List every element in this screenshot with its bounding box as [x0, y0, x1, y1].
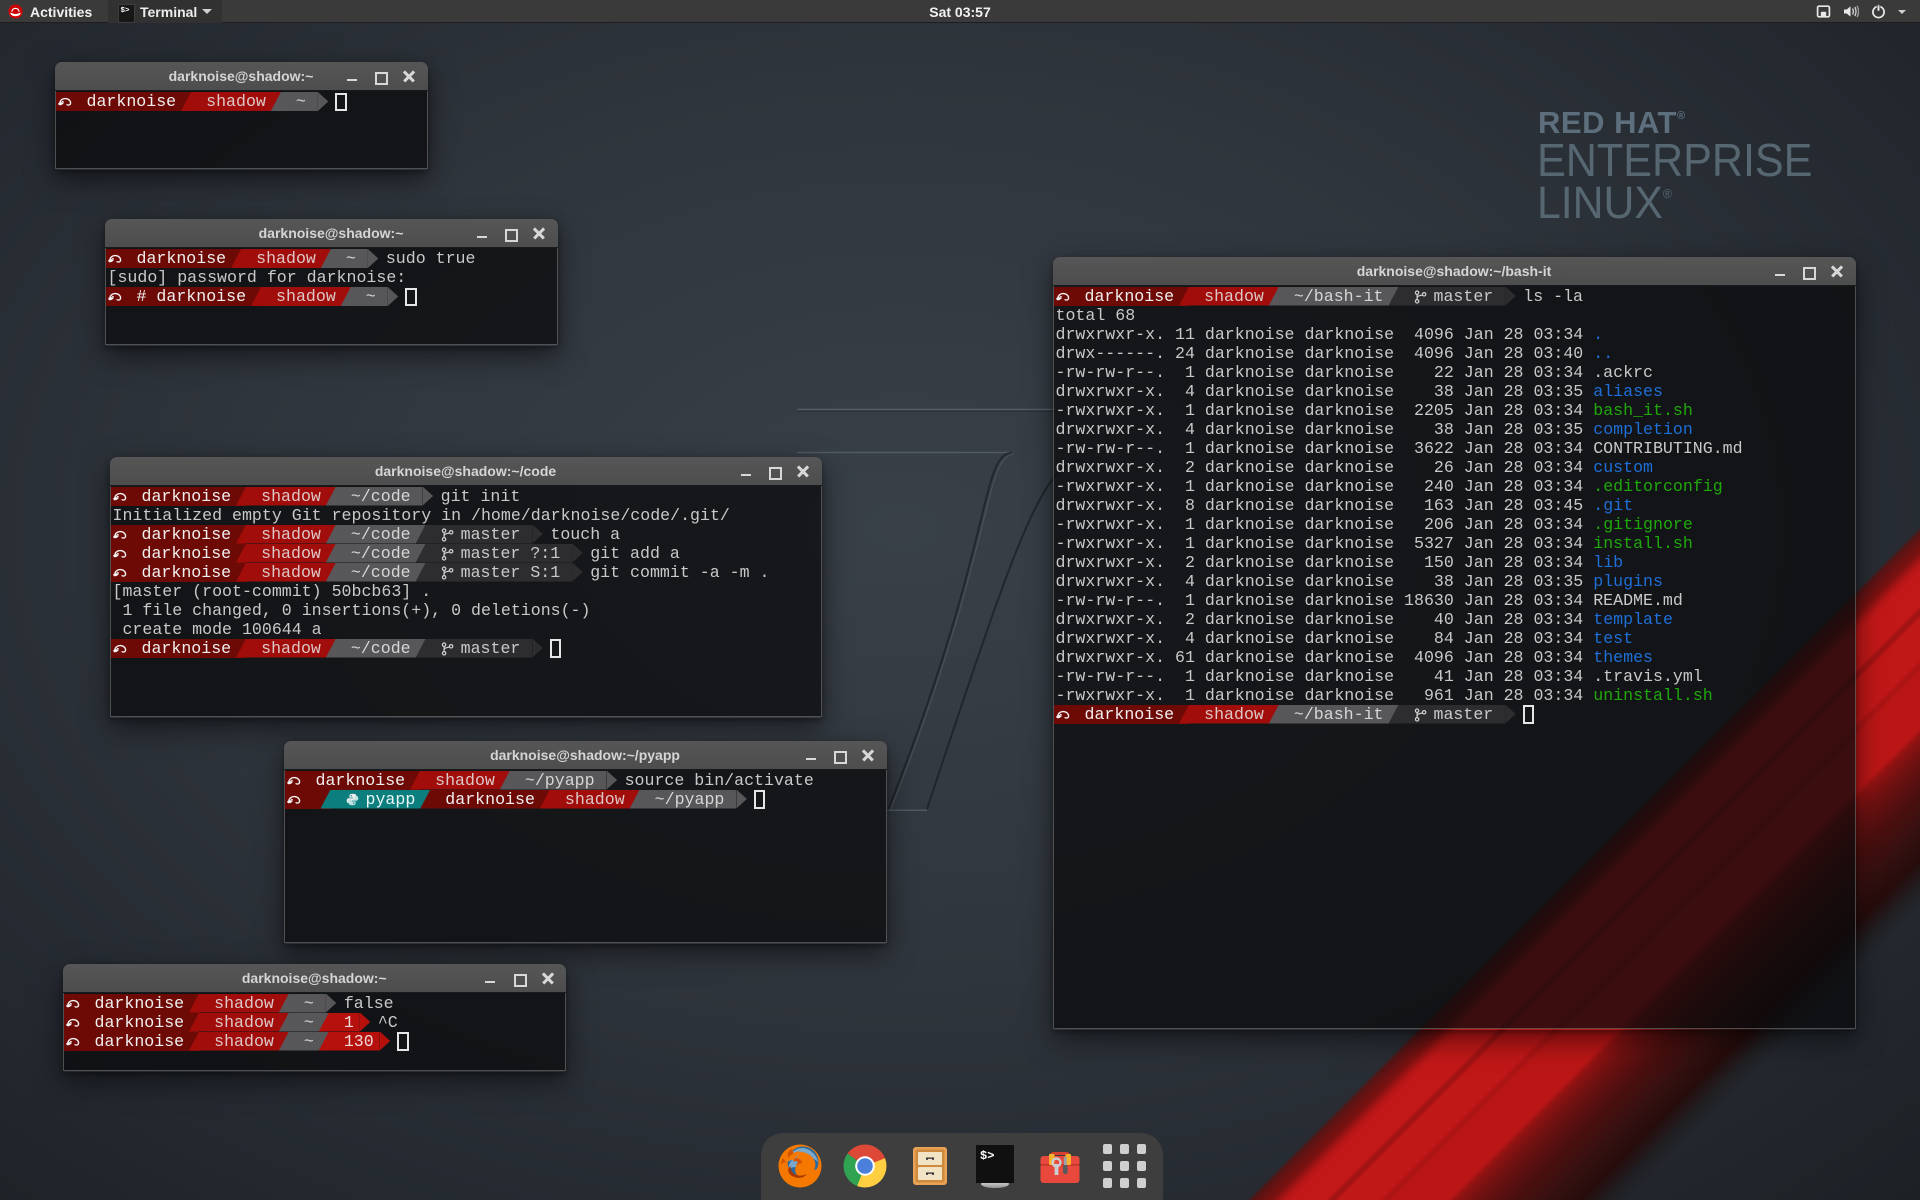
svg-text:$>: $>	[980, 1149, 994, 1163]
